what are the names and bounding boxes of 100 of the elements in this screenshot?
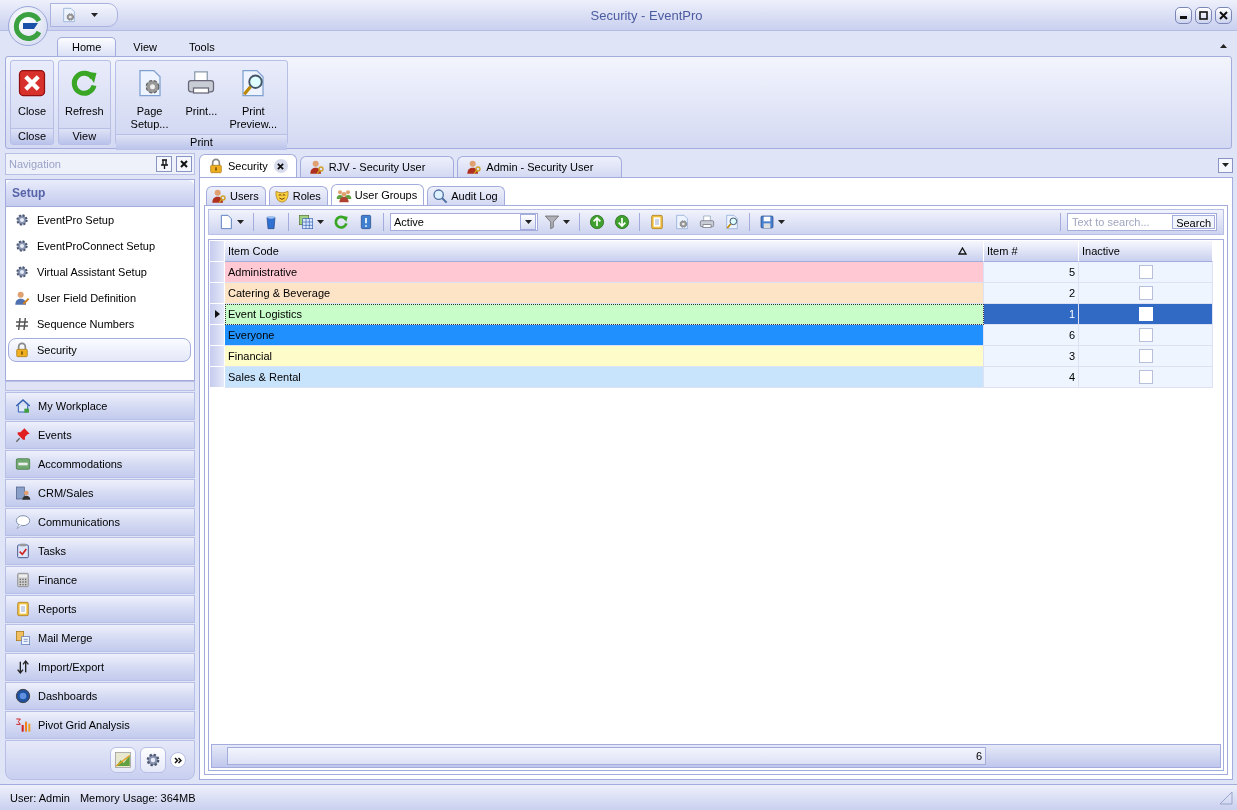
checkbox[interactable] <box>1138 328 1153 342</box>
minimize-icon <box>1180 16 1187 19</box>
nav-item[interactable]: EventPro Setup <box>8 208 191 232</box>
gear-icon <box>144 751 162 769</box>
report-icon <box>649 214 665 230</box>
close-icon <box>277 162 285 170</box>
table-view-icon <box>298 214 314 230</box>
module-button[interactable]: Reports <box>5 595 195 623</box>
caret-icon <box>524 220 532 224</box>
ribbon-tab[interactable]: Tools <box>174 37 230 56</box>
calculator-icon <box>15 572 31 588</box>
pin-button[interactable] <box>156 156 172 172</box>
customize-menu-button[interactable] <box>91 13 98 17</box>
caret-icon <box>563 220 570 224</box>
person-pencil-icon <box>14 290 30 306</box>
ribbon-tab[interactable]: View <box>118 37 172 56</box>
document-tab[interactable]: RJV - Security User <box>299 156 455 177</box>
tab-list-button[interactable] <box>1218 157 1233 173</box>
document-icon <box>218 214 234 230</box>
close-tab-button[interactable] <box>273 159 288 173</box>
tab[interactable]: User Groups <box>330 184 425 205</box>
table-cell: 5 <box>984 262 1079 283</box>
nav-item[interactable]: Security <box>8 338 191 362</box>
documents-icon <box>15 630 31 646</box>
search-field[interactable]: Text to search... Search <box>1067 213 1217 231</box>
close-icon <box>1219 10 1228 20</box>
app-logo[interactable] <box>8 6 48 46</box>
table-cell: Catering & Beverage <box>225 283 984 304</box>
module-button[interactable]: Tasks <box>5 537 195 565</box>
minimize-button[interactable] <box>1175 6 1192 24</box>
header-corner <box>210 241 225 262</box>
window-title: Security - EventPro <box>589 7 704 23</box>
splitter-grip[interactable] <box>5 381 195 391</box>
document-tab[interactable]: Security <box>199 154 297 177</box>
module-button[interactable]: My Workplace <box>5 392 195 420</box>
page-setup-button[interactable] <box>61 7 77 23</box>
nav-item[interactable]: User Field Definition <box>8 286 191 310</box>
table-cell: Everyone <box>225 325 984 346</box>
group-label: Print <box>115 134 288 150</box>
nav-item[interactable]: Virtual Assistant Setup <box>8 260 191 284</box>
chart-icon <box>114 751 132 769</box>
module-button[interactable]: Dashboards <box>5 682 195 710</box>
column-header[interactable]: Inactive <box>1079 241 1213 262</box>
table-cell: Sales & Rental <box>225 367 984 388</box>
down-arrow-circle-icon <box>614 214 630 230</box>
settings-button[interactable] <box>140 747 166 773</box>
module-button[interactable]: Communications <box>5 508 195 536</box>
maximize-button[interactable] <box>1195 6 1212 24</box>
clipboard-check-icon <box>15 543 31 559</box>
ribbon-button[interactable]: Refresh <box>61 65 108 128</box>
module-button[interactable]: Pivot Grid Analysis <box>5 711 195 739</box>
ribbon-button[interactable]: Page Setup... <box>117 65 182 134</box>
module-button[interactable]: Finance <box>5 566 195 594</box>
ribbon-button[interactable]: Close <box>13 65 51 128</box>
page-gear-icon <box>61 7 77 23</box>
checkbox[interactable] <box>1138 265 1153 279</box>
tab[interactable]: Audit Log <box>427 186 505 205</box>
column-header[interactable]: Item Code <box>225 241 984 262</box>
table-cell: 3 <box>984 346 1079 367</box>
table-cell: 6 <box>984 325 1079 346</box>
pushpin-icon <box>15 427 31 443</box>
ribbon-tab[interactable]: Home <box>57 37 117 56</box>
speech-bubble-icon <box>15 514 31 530</box>
row-indicator[interactable] <box>210 304 225 325</box>
checkbox[interactable] <box>1138 370 1153 384</box>
ribbon-button[interactable]: Print Preview... <box>221 65 286 134</box>
checkbox[interactable] <box>1138 349 1153 363</box>
table-cell: 2 <box>984 283 1079 304</box>
person-key-icon <box>211 188 227 204</box>
nav-item[interactable]: EventProConnect Setup <box>8 234 191 258</box>
maximize-icon <box>1199 10 1208 20</box>
nav-item[interactable]: Sequence Numbers <box>8 312 191 336</box>
resize-grip-icon <box>1219 790 1233 805</box>
close-window-button[interactable] <box>1215 6 1232 24</box>
module-button[interactable]: Accommodations <box>5 450 195 478</box>
module-button[interactable]: Mail Merge <box>5 624 195 652</box>
tab[interactable]: Users <box>206 186 266 205</box>
person-key-icon <box>308 159 325 175</box>
people-icon <box>335 187 352 203</box>
ribbon-button[interactable]: Print... <box>181 65 222 134</box>
module-button[interactable]: Import/Export <box>5 653 195 681</box>
module-button[interactable]: CRM/Sales <box>5 479 195 507</box>
table-cell: Event Logistics <box>225 304 984 325</box>
tab[interactable]: Roles <box>268 186 328 205</box>
more-button[interactable] <box>170 752 186 768</box>
magnifier-icon <box>432 188 449 204</box>
page-gear-icon <box>674 214 690 230</box>
info-page-icon <box>358 214 374 230</box>
gears-icon <box>14 264 30 280</box>
panel-title: Navigation <box>9 158 62 170</box>
chart-button[interactable] <box>110 747 136 773</box>
section-header[interactable]: Setup <box>6 180 194 207</box>
search-button[interactable]: Search <box>1172 215 1215 229</box>
module-button[interactable]: Events <box>5 421 195 449</box>
document-tab[interactable]: Admin - Security User <box>457 156 623 177</box>
checkbox[interactable] <box>1138 286 1153 300</box>
current-row-icon <box>214 310 220 318</box>
filter-dropdown[interactable]: Active <box>390 213 538 231</box>
close-button[interactable] <box>176 156 192 172</box>
column-header[interactable]: Item # <box>984 241 1079 262</box>
